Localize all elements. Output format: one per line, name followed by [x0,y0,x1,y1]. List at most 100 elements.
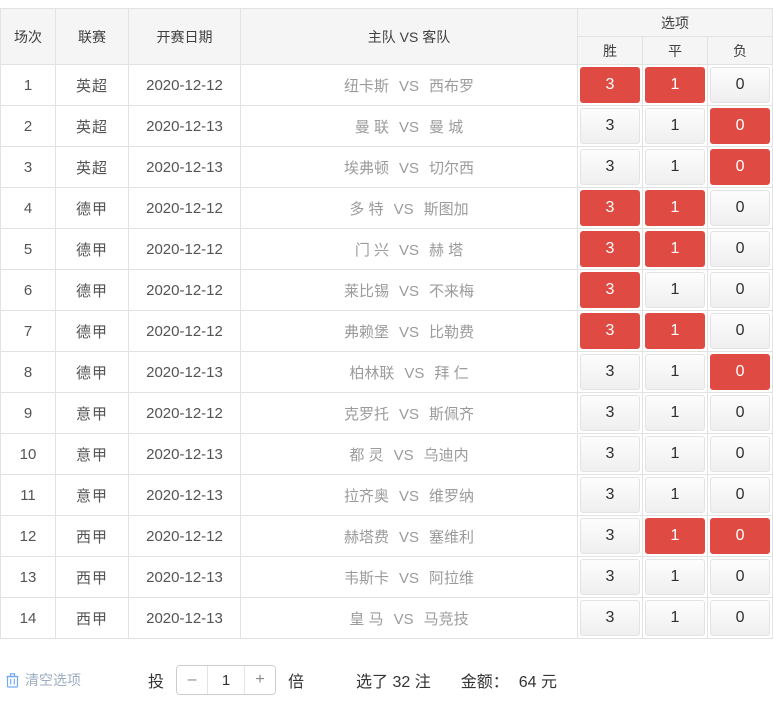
win-option-button[interactable]: 3 [580,67,640,103]
draw-option-button[interactable]: 1 [645,272,705,308]
draw-option-button[interactable]: 1 [645,354,705,390]
date-cell: 2020-12-13 [129,557,241,598]
lose-option-button[interactable]: 0 [710,436,770,472]
home-team: 柏林联 [349,365,394,382]
win-option-button[interactable]: 3 [580,600,640,636]
lose-option-cell: 0 [708,557,773,598]
win-option-cell: 3 [578,557,643,598]
lose-option-cell: 0 [708,229,773,270]
away-team: 比勒费 [429,324,474,341]
draw-option-button[interactable]: 1 [645,436,705,472]
stake-stepper: – + [176,665,276,695]
table-row: 8德甲2020-12-13柏林联VS拜 仁310 [1,352,773,393]
lose-option-button[interactable]: 0 [710,313,770,349]
lose-option-button[interactable]: 0 [710,231,770,267]
draw-option-button[interactable]: 1 [645,149,705,185]
draw-option-button[interactable]: 1 [645,395,705,431]
draw-option-button[interactable]: 1 [645,600,705,636]
draw-option-button[interactable]: 1 [645,67,705,103]
match-number-cell: 4 [1,188,56,229]
league-cell: 德甲 [56,352,129,393]
away-team: 塞维利 [429,529,474,546]
win-option-button[interactable]: 3 [580,108,640,144]
league-cell: 英超 [56,147,129,188]
league-cell: 意甲 [56,434,129,475]
win-option-button[interactable]: 3 [580,313,640,349]
win-option-button[interactable]: 3 [580,395,640,431]
home-team: 拉齐奥 [344,488,389,505]
win-option-button[interactable]: 3 [580,354,640,390]
away-team: 拜 仁 [434,365,468,382]
date-cell: 2020-12-12 [129,188,241,229]
draw-option-button[interactable]: 1 [645,231,705,267]
match-number-cell: 12 [1,516,56,557]
win-option-button[interactable]: 3 [580,190,640,226]
lose-option-button[interactable]: 0 [710,600,770,636]
selected-count-text: 选了 32 注 [356,668,431,692]
date-cell: 2020-12-12 [129,270,241,311]
lose-option-button[interactable]: 0 [710,272,770,308]
draw-option-button[interactable]: 1 [645,477,705,513]
league-cell: 德甲 [56,311,129,352]
draw-option-button[interactable]: 1 [645,190,705,226]
date-cell: 2020-12-12 [129,311,241,352]
win-option-button[interactable]: 3 [580,518,640,554]
match-number-cell: 9 [1,393,56,434]
amount-label: 金额： [461,668,509,692]
draw-option-cell: 1 [643,598,708,639]
home-team: 门 兴 [355,242,389,259]
match-number-cell: 2 [1,106,56,147]
lose-option-button[interactable]: 0 [710,395,770,431]
win-option-cell: 3 [578,475,643,516]
lose-option-button[interactable]: 0 [710,108,770,144]
footer-bar: 清空选项 投 – + 倍 选了 32 注 金额： 64 元 [0,665,773,695]
match-number-cell: 3 [1,147,56,188]
win-option-cell: 3 [578,270,643,311]
win-option-button[interactable]: 3 [580,149,640,185]
win-option-button[interactable]: 3 [580,559,640,595]
lose-option-button[interactable]: 0 [710,149,770,185]
match-number-cell: 13 [1,557,56,598]
lose-option-cell: 0 [708,475,773,516]
lose-option-button[interactable]: 0 [710,559,770,595]
increase-button[interactable]: + [245,666,275,694]
away-team: 乌迪内 [424,447,469,464]
lose-option-button[interactable]: 0 [710,518,770,554]
decrease-button[interactable]: – [177,666,207,694]
win-option-button[interactable]: 3 [580,477,640,513]
draw-option-button[interactable]: 1 [645,559,705,595]
clear-selection-label: 清空选项 [25,670,81,690]
lose-option-cell: 0 [708,188,773,229]
draw-option-cell: 1 [643,311,708,352]
draw-option-button[interactable]: 1 [645,518,705,554]
win-option-button[interactable]: 3 [580,272,640,308]
draw-option-button[interactable]: 1 [645,313,705,349]
away-team: 曼 城 [429,119,463,136]
betting-table: 场次 联赛 开赛日期 主队 VS 客队 选项 胜 平 负 1英超2020-12-… [0,8,773,639]
stake-group: 投 – + 倍 [148,665,304,695]
lose-option-button[interactable]: 0 [710,67,770,103]
away-team: 马竞技 [424,611,469,628]
lose-option-button[interactable]: 0 [710,477,770,513]
table-row: 10意甲2020-12-13都 灵VS乌迪内310 [1,434,773,475]
lose-option-button[interactable]: 0 [710,190,770,226]
away-team: 赫 塔 [429,242,463,259]
draw-option-cell: 1 [643,352,708,393]
win-option-button[interactable]: 3 [580,436,640,472]
home-team: 埃弗顿 [344,160,389,177]
table-header: 场次 联赛 开赛日期 主队 VS 客队 选项 胜 平 负 [1,9,773,65]
home-team: 皇 马 [349,611,383,628]
away-team: 切尔西 [429,160,474,177]
stake-input[interactable] [207,666,245,694]
win-option-button[interactable]: 3 [580,231,640,267]
clear-selection-button[interactable]: 清空选项 [6,670,148,690]
win-option-cell: 3 [578,106,643,147]
table-row: 14西甲2020-12-13皇 马VS马竞技310 [1,598,773,639]
home-team: 韦斯卡 [344,570,389,587]
win-option-cell: 3 [578,188,643,229]
stake-suffix-label: 倍 [288,668,304,692]
draw-option-button[interactable]: 1 [645,108,705,144]
lose-option-cell: 0 [708,352,773,393]
match-number-cell: 5 [1,229,56,270]
lose-option-button[interactable]: 0 [710,354,770,390]
